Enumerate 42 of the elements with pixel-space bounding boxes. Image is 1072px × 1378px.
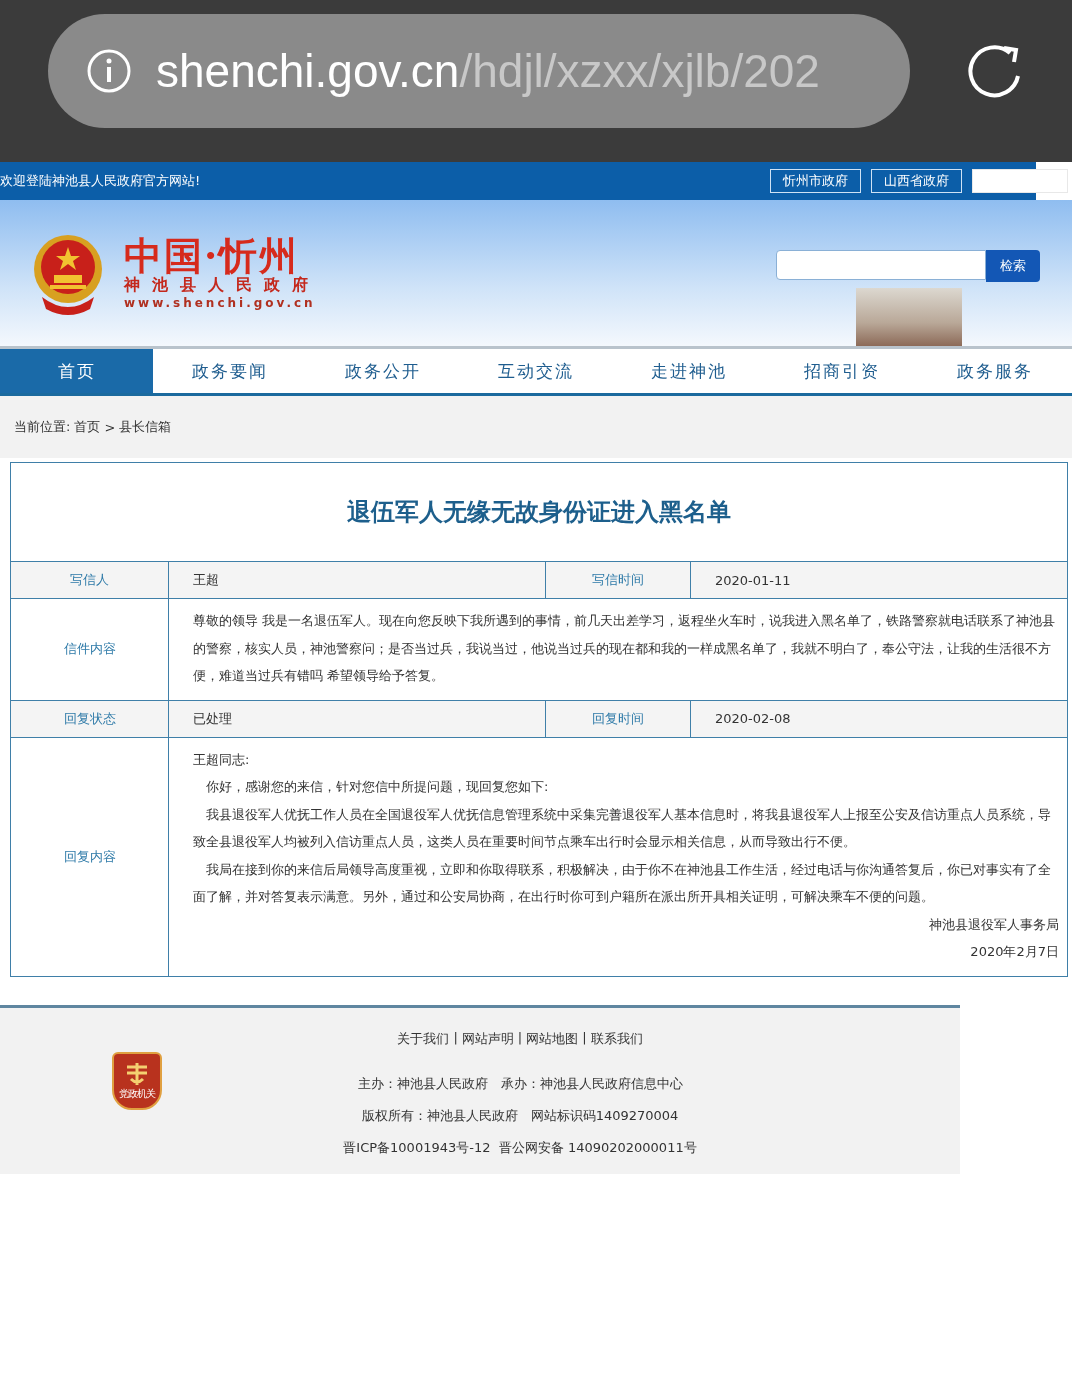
reply-date: 2020年2月7日 [969,943,1059,961]
link-separator: | [517,1029,523,1047]
site-link[interactable]: 忻州市政府 [770,169,861,193]
welcome-text: 欢迎登陆神池县人民政府官方网站! [0,172,201,190]
logo-url: www.shenchi.gov.cn [124,296,317,311]
reply-salutation: 王超同志: [193,750,251,769]
breadcrumb-link[interactable]: 首页 [74,418,101,436]
site-link[interactable]: 山西省政府 [871,169,962,193]
field-value: 2020-01-11 [714,571,792,590]
footer-link[interactable]: 关于我们 [397,1029,450,1048]
reply-paragraph: 我局在接到你的来信后局领导高度重视，立即和你取得联系，积极解决，由于你不在神池县工作生活，经过电话与你沟通答复后，你已对事实有了全面了解，并对答复表示满意。另外，通过和公安局协商，在出行时你可到户籍所在派出所开具相关证明，可解决乘车不便的问题。 [193,860,1052,906]
nav-tab[interactable]: 首页 [0,349,154,393]
letter-text: 尊敬的领导 我是一名退伍军人。现在向您反映下我所遇到的事情，前几天出差学习，返程坐火车时，说我进入黑名单了，铁路警察就电话联系了神池县的警察，核实人员，神池警察问；是否当过兵，我说当过，他说当过兵的现在都和我的一样成黑名单了，我就不明白了，奉公守法，让我的生活很不方便，难道当过兵有错吗 希望领导给予答复。 [193,612,1057,685]
breadcrumb-label: 当前位置: [14,418,71,436]
reply-paragraph: 我县退役军人优抚工作人员在全国退役军人优抚信息管理系统中采集完善退役军人基本信息时，将我县退役军人上报至公安及信访重点人员系统，导致全县退役军人均被列入信访重点人员，这类人员在重要时间节点乘车出行时会显示相关信息，从而导致出行不便。 [193,805,1052,851]
letter-title: 退伍军人无缘无故身份证进入黑名单 [347,497,731,528]
nav-tab[interactable]: 政务公开 [306,349,460,393]
nav-tab[interactable]: 招商引资 [765,349,919,393]
footer-text: 版权所有：神池县人民政府 网站标识码1409270004 [361,1106,679,1125]
breadcrumb-separator: > [104,419,116,435]
field-value: 2020-02-08 [714,710,792,728]
logo-subtitle: 神池县人民政府 [124,275,320,297]
footer-text: 晋ICP备10001943号-12 晋公网安备 14090202000011号 [343,1138,697,1157]
link-separator: | [582,1029,587,1047]
badge-label: 党政机关 [119,1086,155,1101]
info-icon[interactable] [86,48,132,94]
link-separator: | [453,1029,458,1047]
nav-tab[interactable]: 走进神池 [612,349,766,393]
breadcrumb-link[interactable]: 县长信箱 [119,418,172,436]
search-field[interactable] [776,250,986,280]
logo-title: 中国·忻州 [124,235,300,276]
reply-paragraph: 你好，感谢您的来信，针对您信中所提问题，现回复您如下: [205,778,550,796]
search-button[interactable]: 检索 [986,250,1040,282]
footer-text: 主办：神池县人民政府 承办：神池县人民政府信息中心 [357,1074,683,1093]
nav-tab[interactable]: 政务服务 [918,349,1072,393]
footer-link[interactable]: 联系我们 [590,1029,643,1048]
footer-link[interactable]: 网站声明 [461,1029,514,1048]
nav-tab[interactable]: 政务要闻 [153,349,307,393]
reply-signature: 神池县退役军人事务局 [928,915,1059,934]
footer-link[interactable]: 网站地图 [526,1029,579,1048]
nav-tab[interactable]: 互动交流 [459,349,613,393]
url-text: shenchi.gov.cn/hdjl/xzxx/xjlb/202 [156,44,820,98]
